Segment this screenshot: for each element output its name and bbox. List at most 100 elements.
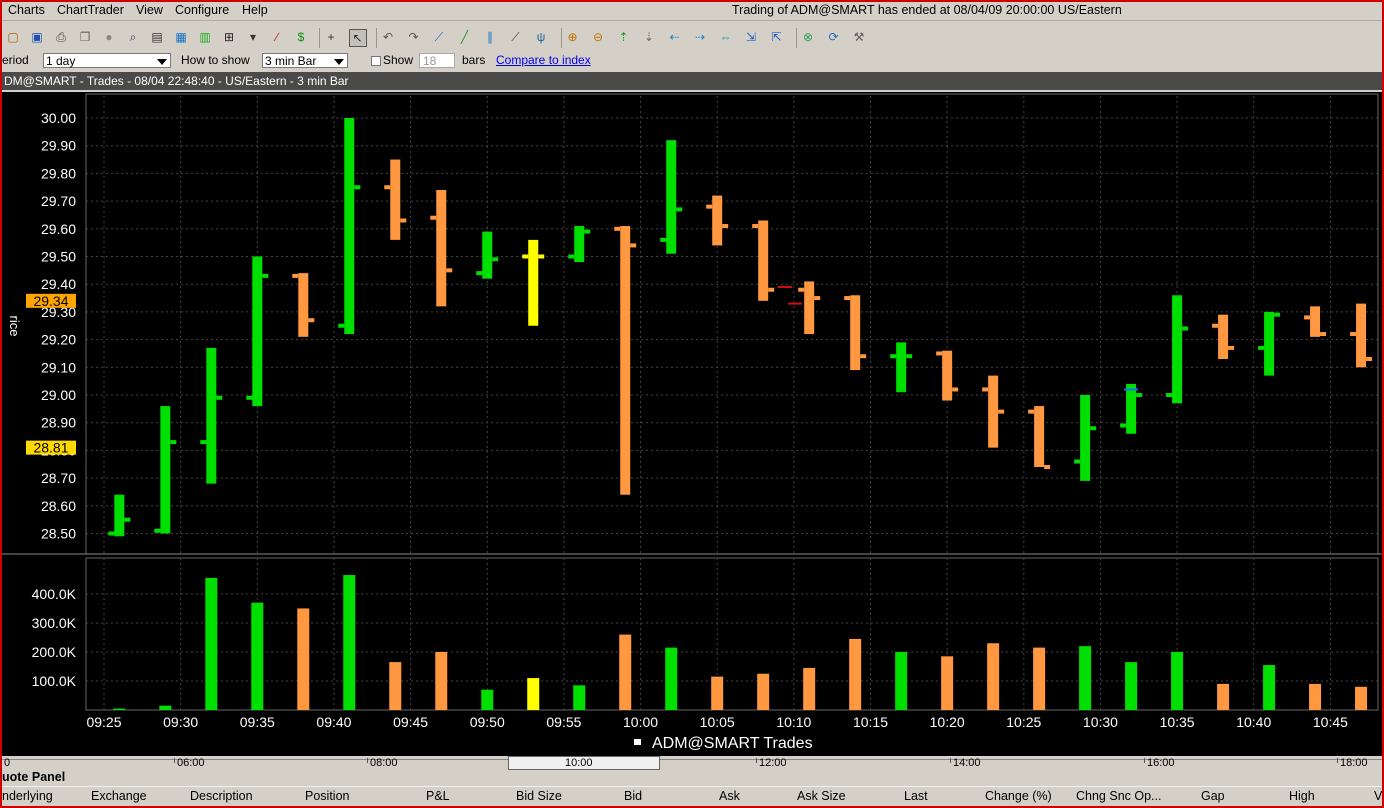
navigator-tick-label: 08:00 bbox=[370, 757, 398, 769]
scroll-down-icon[interactable]: ⇣ bbox=[641, 29, 657, 45]
quote-column-header[interactable]: Gap bbox=[1201, 789, 1225, 803]
undo-icon[interactable]: ↶ bbox=[380, 29, 396, 45]
layout-icon[interactable]: ▦ bbox=[173, 29, 189, 45]
copy-icon[interactable]: ❐ bbox=[77, 29, 93, 45]
quote-column-header[interactable]: Bid bbox=[624, 789, 642, 803]
scroll-left-icon[interactable]: ⇠ bbox=[667, 29, 683, 45]
price-tick-label: 29.70 bbox=[41, 193, 76, 209]
time-tick-label: 10:35 bbox=[1160, 714, 1195, 730]
price-bar-open-tick bbox=[154, 528, 161, 533]
bars-label: bars bbox=[462, 53, 486, 67]
print-icon[interactable]: ⎙ bbox=[53, 29, 69, 45]
price-bar bbox=[206, 347, 217, 484]
price-bar bbox=[528, 239, 539, 326]
time-tick-label: 10:15 bbox=[853, 714, 888, 730]
navigator-tick-label: 18:00 bbox=[1340, 757, 1368, 769]
quote-column-header[interactable]: Position bbox=[305, 789, 349, 803]
cursor-icon[interactable]: ↖ bbox=[348, 29, 367, 47]
fib-icon[interactable]: ╱ bbox=[457, 29, 473, 45]
quote-column-header[interactable]: Ask bbox=[719, 789, 740, 803]
chart-title: DM@SMART - Trades - 08/04 22:48:40 - US/… bbox=[2, 72, 1382, 90]
price-bar-open-tick bbox=[614, 226, 621, 231]
volume-bar bbox=[205, 577, 218, 710]
price-bar bbox=[896, 342, 907, 393]
zoom-in-icon[interactable]: ⊕ bbox=[565, 29, 581, 45]
trendline-icon[interactable]: ⟋ bbox=[431, 29, 447, 45]
dollar-icon[interactable]: $ bbox=[293, 29, 309, 45]
link-icon[interactable]: ⊗ bbox=[800, 29, 816, 45]
folder-icon[interactable]: ▢ bbox=[5, 29, 21, 45]
indicator-icon[interactable]: ▥ bbox=[197, 29, 213, 45]
period-select[interactable]: 1 day bbox=[43, 53, 171, 68]
price-bar-open-tick bbox=[246, 395, 253, 400]
quote-panel-title: uote Panel bbox=[2, 770, 66, 784]
expand-icon[interactable]: ⇲ bbox=[743, 29, 759, 45]
time-navigator[interactable]: 006:0008:0010:0012:0014:0016:0018:0010:0… bbox=[2, 756, 1382, 774]
fit-icon[interactable]: ⇔ bbox=[718, 29, 734, 45]
time-tick-label: 10:05 bbox=[700, 714, 735, 730]
scroll-right-icon[interactable]: ⇢ bbox=[692, 29, 708, 45]
chart-area[interactable]: 30.00 29.90 29.80 29.70 29.60 29.50 29.40 29.30… bbox=[2, 92, 1382, 756]
volume-bar bbox=[1263, 665, 1276, 710]
price-tick-label: 28.90 bbox=[41, 415, 76, 431]
quote-column-header[interactable]: Exchange bbox=[91, 789, 147, 803]
quote-column-header[interactable]: nderlying bbox=[2, 789, 53, 803]
pitchfork-icon[interactable]: ψ bbox=[533, 29, 549, 45]
price-bar-close-tick bbox=[906, 354, 913, 359]
quote-column-header[interactable]: V bbox=[1374, 789, 1382, 803]
volume-bar bbox=[251, 602, 264, 710]
price-tick-label: 30.00 bbox=[41, 110, 76, 126]
price-bar bbox=[252, 256, 263, 407]
line-icon[interactable]: ∕ bbox=[269, 29, 285, 45]
price-bar-close-tick bbox=[1228, 345, 1235, 350]
menu-configure[interactable]: Configure bbox=[175, 3, 229, 17]
quote-panel-header: nderlying Exchange Description Position P&L B… bbox=[2, 786, 1382, 806]
price-bar-close-tick bbox=[1366, 356, 1373, 361]
price-bar-open-tick bbox=[844, 296, 851, 301]
compare-to-index-link[interactable]: Compare to index bbox=[496, 53, 591, 67]
quote-column-header[interactable]: Change (%) bbox=[985, 789, 1052, 803]
quote-column-header[interactable]: High bbox=[1289, 789, 1315, 803]
properties-icon[interactable]: ▤ bbox=[149, 29, 165, 45]
grid-icon[interactable]: ⊞ bbox=[221, 29, 237, 45]
menu-help[interactable]: Help bbox=[242, 3, 268, 17]
show-checkbox[interactable] bbox=[371, 56, 381, 66]
refresh-icon[interactable]: ⟳ bbox=[826, 29, 842, 45]
contract-icon[interactable]: ⇱ bbox=[769, 29, 785, 45]
crosshair-icon[interactable]: + bbox=[323, 29, 339, 45]
price-tick-label: 29.60 bbox=[41, 221, 76, 237]
quote-column-header[interactable]: Chng Snc Op... bbox=[1076, 789, 1161, 803]
zoom-icon[interactable]: ⌕ bbox=[125, 29, 141, 45]
volume-bar bbox=[895, 651, 908, 710]
menu-view[interactable]: View bbox=[136, 3, 163, 17]
price-bar-open-tick bbox=[1074, 459, 1081, 464]
quote-column-header[interactable]: Description bbox=[190, 789, 253, 803]
quote-column-header[interactable]: P&L bbox=[426, 789, 450, 803]
price-bar-close-tick bbox=[216, 395, 223, 400]
price-tick-label: 29.80 bbox=[41, 165, 76, 181]
redo-icon[interactable]: ↷ bbox=[406, 29, 422, 45]
channel-icon[interactable]: ∥ bbox=[482, 29, 498, 45]
toolbar-separator bbox=[796, 28, 797, 48]
price-volume-chart[interactable]: 30.0029.9029.8029.7029.6029.5029.4029.30… bbox=[2, 92, 1382, 756]
save-icon[interactable]: ▣ bbox=[29, 29, 45, 45]
volume-bar bbox=[1033, 647, 1046, 710]
bar-type-select[interactable]: 3 min Bar bbox=[262, 53, 348, 68]
quote-column-header[interactable]: Ask Size bbox=[797, 789, 846, 803]
settings-icon[interactable]: ● bbox=[101, 29, 117, 45]
scroll-up-icon[interactable]: ⇡ bbox=[616, 29, 632, 45]
zoom-out-icon[interactable]: ⊖ bbox=[590, 29, 606, 45]
bar-type-icon[interactable]: ▾ bbox=[245, 29, 261, 45]
legend-label: ADM@SMART Trades bbox=[652, 735, 813, 752]
show-bars-input[interactable]: 18 bbox=[419, 53, 455, 68]
wrench-icon[interactable]: ⚒ bbox=[851, 29, 867, 45]
quote-column-header[interactable]: Last bbox=[904, 789, 928, 803]
quote-column-header[interactable]: Bid Size bbox=[516, 789, 562, 803]
toolbar-separator bbox=[319, 28, 320, 48]
price-bar-open-tick bbox=[568, 254, 575, 259]
price-tick-label: 29.40 bbox=[41, 276, 76, 292]
price-bar-open-tick bbox=[430, 215, 437, 220]
menu-charttrader[interactable]: ChartTrader bbox=[57, 3, 124, 17]
gann-icon[interactable]: ⟋ bbox=[508, 29, 524, 45]
menu-charts[interactable]: Charts bbox=[8, 3, 45, 17]
